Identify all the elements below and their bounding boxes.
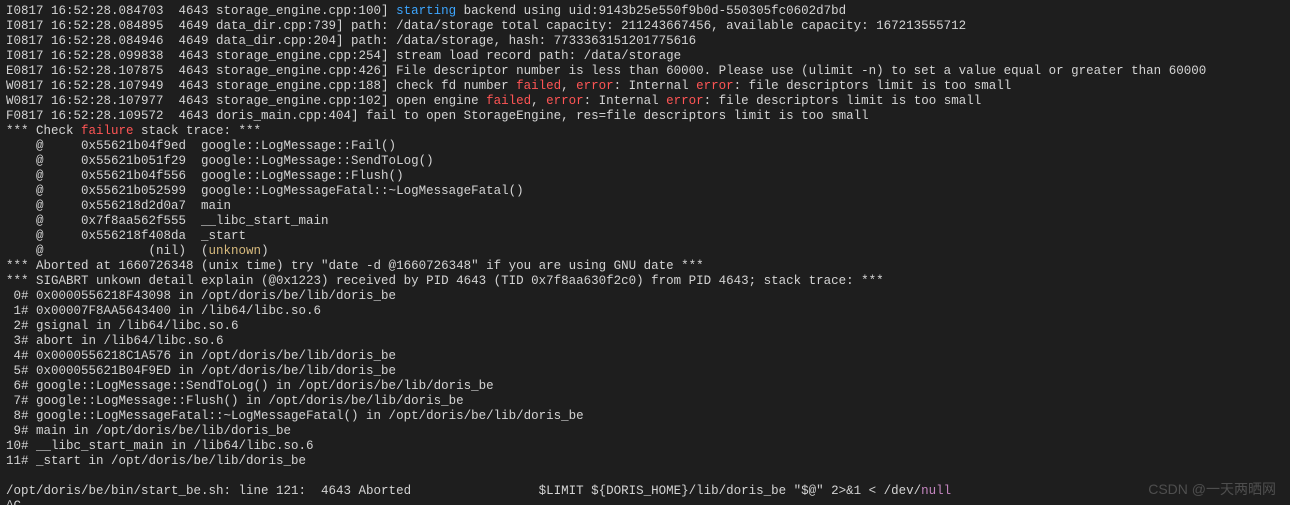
stack-line: @ 0x556218f408da _start [6, 229, 246, 243]
log-line: E0817 16:52:28.107875 4643 storage_engin… [6, 64, 1206, 78]
keyword-starting: starting [396, 4, 456, 18]
backtrace-line: 11# _start in /opt/doris/be/lib/doris_be [6, 454, 306, 468]
backtrace-line: 10# __libc_start_main in /lib64/libc.so.… [6, 439, 314, 453]
log-line: W0817 16:52:28.107949 4643 storage_engin… [6, 79, 516, 93]
stack-line: @ 0x556218d2d0a7 main [6, 199, 231, 213]
backtrace-line: 8# google::LogMessageFatal::~LogMessageF… [6, 409, 584, 423]
log-line: *** SIGABRT unkown detail explain (@0x12… [6, 274, 884, 288]
stack-line: @ 0x55621b052599 google::LogMessageFatal… [6, 184, 524, 198]
keyword-error: error [546, 94, 584, 108]
log-line: backend using uid:9143b25e550f9b0d-55030… [456, 4, 846, 18]
backtrace-line: 3# abort in /lib64/libc.so.6 [6, 334, 224, 348]
backtrace-line: 2# gsignal in /lib64/libc.so.6 [6, 319, 239, 333]
log-line: I0817 16:52:28.084946 4649 data_dir.cpp:… [6, 34, 696, 48]
stack-line: @ (nil) ( [6, 244, 209, 258]
stack-line: @ 0x55621b04f556 google::LogMessage::Flu… [6, 169, 404, 183]
backtrace-line: 6# google::LogMessage::SendToLog() in /o… [6, 379, 494, 393]
log-line: I0817 16:52:28.084895 4649 data_dir.cpp:… [6, 19, 966, 33]
keyword-failure: failure [81, 124, 134, 138]
keyword-failed: failed [516, 79, 561, 93]
stack-line: @ 0x55621b04f9ed google::LogMessage::Fai… [6, 139, 396, 153]
keyword-failed: failed [486, 94, 531, 108]
backtrace-line: 5# 0x000055621B04F9ED in /opt/doris/be/l… [6, 364, 396, 378]
backtrace-line: 9# main in /opt/doris/be/lib/doris_be [6, 424, 291, 438]
stack-line: @ 0x55621b051f29 google::LogMessage::Sen… [6, 154, 434, 168]
keyword-error: error [666, 94, 704, 108]
keyword-error: error [576, 79, 614, 93]
prompt-line: ^C [6, 499, 21, 505]
keyword-error: error [696, 79, 734, 93]
log-line: W0817 16:52:28.107977 4643 storage_engin… [6, 94, 486, 108]
log-line: *** Aborted at 1660726348 (unix time) tr… [6, 259, 704, 273]
log-line: I0817 16:52:28.099838 4643 storage_engin… [6, 49, 681, 63]
log-line: *** Check [6, 124, 81, 138]
backtrace-line: 0# 0x0000556218F43098 in /opt/doris/be/l… [6, 289, 396, 303]
backtrace-line: 7# google::LogMessage::Flush() in /opt/d… [6, 394, 464, 408]
stack-line: @ 0x7f8aa562f555 __libc_start_main [6, 214, 329, 228]
backtrace-line: 1# 0x00007F8AA5643400 in /lib64/libc.so.… [6, 304, 321, 318]
log-line: I0817 16:52:28.084703 4643 storage_engin… [6, 4, 396, 18]
command-line: /opt/doris/be/bin/start_be.sh: line 121:… [6, 484, 921, 498]
log-line: F0817 16:52:28.109572 4643 doris_main.cp… [6, 109, 869, 123]
backtrace-line: 4# 0x0000556218C1A576 in /opt/doris/be/l… [6, 349, 396, 363]
keyword-unknown: unknown [209, 244, 262, 258]
terminal-output: I0817 16:52:28.084703 4643 storage_engin… [0, 0, 1290, 505]
keyword-null: null [921, 484, 951, 498]
